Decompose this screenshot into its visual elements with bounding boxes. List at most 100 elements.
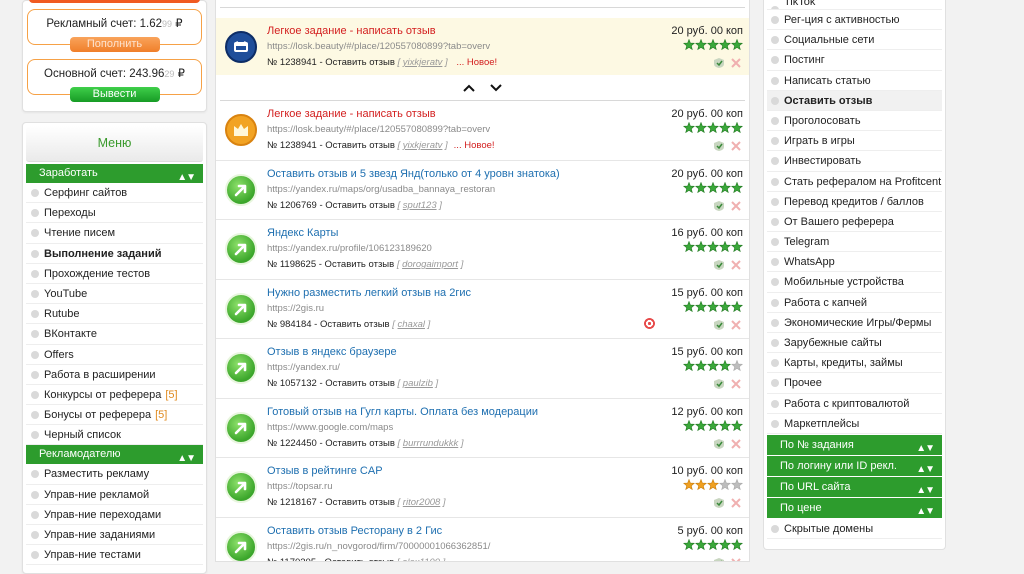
task-author-login[interactable]: chaxal: [398, 319, 425, 330]
task-title[interactable]: Готовый отзыв на Гугл карты. Оплата без …: [267, 406, 538, 418]
close-icon[interactable]: [731, 141, 741, 151]
task-author[interactable]: [ paulzib ]: [398, 378, 439, 389]
shield-icon[interactable]: [714, 557, 724, 563]
close-icon[interactable]: [731, 438, 741, 449]
task-author[interactable]: [ burrrundukkk ]: [398, 438, 464, 449]
close-icon[interactable]: [731, 200, 741, 211]
category-item[interactable]: Постинг: [767, 50, 942, 71]
chevron-down-icon[interactable]: [489, 80, 503, 97]
close-icon[interactable]: [731, 58, 741, 68]
shield-icon[interactable]: [714, 379, 724, 389]
close-icon[interactable]: [731, 557, 741, 563]
menu-earn-item[interactable]: Чтение писем: [26, 223, 203, 244]
hidden-domains-item[interactable]: Скрытые домены: [767, 519, 942, 540]
filter-section[interactable]: По № задания ▲▼: [767, 434, 942, 455]
category-item[interactable]: Оставить отзыв: [767, 90, 942, 111]
category-item[interactable]: Социальные сети: [767, 30, 942, 51]
task-author[interactable]: [ yixkjeratv ]: [398, 57, 448, 68]
category-item[interactable]: Перевод кредитов / баллов: [767, 192, 942, 212]
category-item[interactable]: Написать статью: [767, 71, 942, 91]
shield-icon[interactable]: [714, 141, 724, 151]
menu-section-earn[interactable]: Заработать ▲▼: [26, 164, 203, 183]
category-item[interactable]: Мобильные устройства: [767, 272, 942, 293]
close-icon[interactable]: [731, 319, 741, 330]
menu-earn-item[interactable]: Работа в расширении: [26, 365, 203, 385]
task-title[interactable]: Оставить отзыв и 5 звезд Янд(только от 4…: [267, 168, 560, 180]
menu-earn-item[interactable]: Прохождение тестов: [26, 264, 203, 284]
task-author-login[interactable]: paulzib: [403, 378, 433, 389]
close-icon[interactable]: [731, 379, 741, 389]
task-row[interactable]: Отзыв в рейтинге CAP https://topsar.ru № 1…: [216, 458, 749, 518]
category-item[interactable]: Telegram: [767, 232, 942, 253]
task-author[interactable]: [ ritor2008 ]: [398, 497, 446, 508]
category-item[interactable]: Маркетплейсы: [767, 414, 942, 434]
menu-earn-item[interactable]: Черный список: [26, 425, 203, 446]
filter-section[interactable]: По URL сайта ▲▼: [767, 476, 942, 497]
menu-earn-item[interactable]: Конкурсы от реферера [5]: [26, 385, 203, 406]
menu-earn-item[interactable]: ВКонтакте: [26, 324, 203, 345]
menu-adv-item[interactable]: Разместить рекламу: [26, 464, 203, 485]
menu-adv-item[interactable]: Управ-ние заданиями: [26, 525, 203, 546]
shield-icon[interactable]: [714, 260, 724, 270]
task-title[interactable]: Отзыв в рейтинге CAP: [267, 465, 383, 477]
filter-section[interactable]: По цене ▲▼: [767, 497, 942, 518]
category-item[interactable]: Инвестировать: [767, 151, 942, 172]
menu-section-advertiser[interactable]: Рекламодателю ▲▼: [26, 445, 203, 465]
menu-adv-item[interactable]: Управ-ние переходами: [26, 505, 203, 525]
task-author[interactable]: [ alex1100 ]: [397, 557, 445, 562]
task-title[interactable]: Легкое задание - написать отзыв: [267, 108, 436, 120]
menu-earn-item[interactable]: Бонусы от реферера [5]: [26, 405, 203, 426]
task-author[interactable]: [ sput123 ]: [398, 200, 442, 211]
category-item[interactable]: Работа с капчей: [767, 293, 942, 313]
task-author-login[interactable]: alex1100: [402, 557, 440, 562]
category-item[interactable]: Прочее: [767, 373, 942, 394]
task-author[interactable]: [ dorogaimport ]: [397, 259, 464, 270]
category-item[interactable]: Экономические Игры/Фермы: [767, 313, 942, 333]
task-author-login[interactable]: yixkjeratv: [403, 140, 443, 151]
category-item[interactable]: Карты, кредиты, займы: [767, 353, 942, 374]
task-row[interactable]: Оставить отзыв Ресторану в 2 Гис https://…: [216, 518, 749, 563]
category-item[interactable]: Рег-ция с активностью: [767, 10, 942, 31]
menu-earn-item[interactable]: Переходы: [26, 203, 203, 224]
filter-section[interactable]: По логину или ID рекл. ▲▼: [767, 455, 942, 476]
task-title[interactable]: Оставить отзыв Ресторану в 2 Гис: [267, 525, 442, 537]
menu-earn-item[interactable]: Серфинг сайтов: [26, 183, 203, 204]
shield-icon[interactable]: [714, 58, 724, 68]
close-icon[interactable]: [731, 260, 741, 270]
task-row[interactable]: Яндекс Карты https://yandex.ru/profile/10…: [216, 220, 749, 280]
task-title[interactable]: Нужно разместить легкий отзыв на 2гис: [267, 287, 471, 299]
category-item[interactable]: Проголосовать: [767, 111, 942, 132]
task-row[interactable]: Нужно разместить легкий отзыв на 2гис htt…: [216, 280, 749, 339]
category-item[interactable]: Играть в игры: [767, 131, 942, 152]
menu-earn-item[interactable]: Выполнение заданий: [26, 244, 203, 264]
menu-adv-item[interactable]: Управ-ние рекламой: [26, 485, 203, 505]
task-row[interactable]: Отзыв в яндекс браузере https://yandex.ru…: [216, 339, 749, 399]
task-title[interactable]: Яндекс Карты: [267, 227, 338, 239]
shield-icon[interactable]: [714, 438, 724, 449]
menu-earn-item[interactable]: YouTube: [26, 284, 203, 305]
shield-icon[interactable]: [714, 319, 724, 330]
menu-earn-item[interactable]: Offers: [26, 345, 203, 365]
category-item[interactable]: TikTok: [767, 0, 942, 10]
menu-adv-item[interactable]: Управ-ние тестами: [26, 545, 203, 566]
category-item[interactable]: От Вашего реферера: [767, 212, 942, 233]
top-up-button[interactable]: Пополнить: [69, 37, 160, 52]
category-item[interactable]: Работа с криптовалютой: [767, 394, 942, 414]
withdraw-button[interactable]: Вывести: [69, 87, 160, 102]
close-icon[interactable]: [731, 498, 741, 508]
category-item[interactable]: Стать рефералом на Profitcentr: [767, 172, 942, 192]
task-author[interactable]: [ chaxal ]: [392, 319, 430, 330]
task-title[interactable]: Отзыв в яндекс браузере: [267, 346, 397, 358]
shield-icon[interactable]: [714, 498, 724, 508]
task-author-login[interactable]: yixkjeratv: [403, 57, 443, 68]
task-row-highlighted[interactable]: Легкое задание - написать отзыв https://…: [216, 18, 749, 75]
task-author-login[interactable]: burrrundukkk: [403, 438, 458, 449]
task-author[interactable]: [ yixkjeratv ]: [398, 140, 448, 151]
task-row[interactable]: Готовый отзыв на Гугл карты. Оплата без …: [216, 399, 749, 458]
chevron-up-icon[interactable]: [462, 80, 488, 97]
menu-earn-item[interactable]: Rutube: [26, 304, 203, 325]
task-row[interactable]: Оставить отзыв и 5 звезд Янд(только от 4…: [216, 161, 749, 220]
task-title[interactable]: Легкое задание - написать отзыв: [267, 25, 436, 37]
task-author-login[interactable]: dorogaimport: [402, 259, 458, 270]
category-item[interactable]: WhatsApp: [767, 252, 942, 273]
